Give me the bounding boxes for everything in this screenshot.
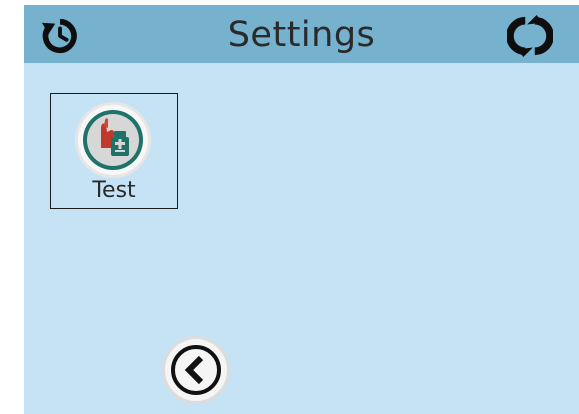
test-tile-label: Test — [92, 178, 136, 203]
restart-icon[interactable] — [41, 17, 79, 55]
settings-screen: Settings Test — [24, 5, 579, 414]
refresh-icon[interactable] — [507, 15, 553, 57]
title-bar: Settings — [24, 5, 579, 63]
back-button[interactable] — [160, 334, 232, 406]
page-title: Settings — [227, 15, 376, 55]
test-icon — [75, 102, 151, 178]
test-tile[interactable]: Test — [50, 93, 178, 209]
